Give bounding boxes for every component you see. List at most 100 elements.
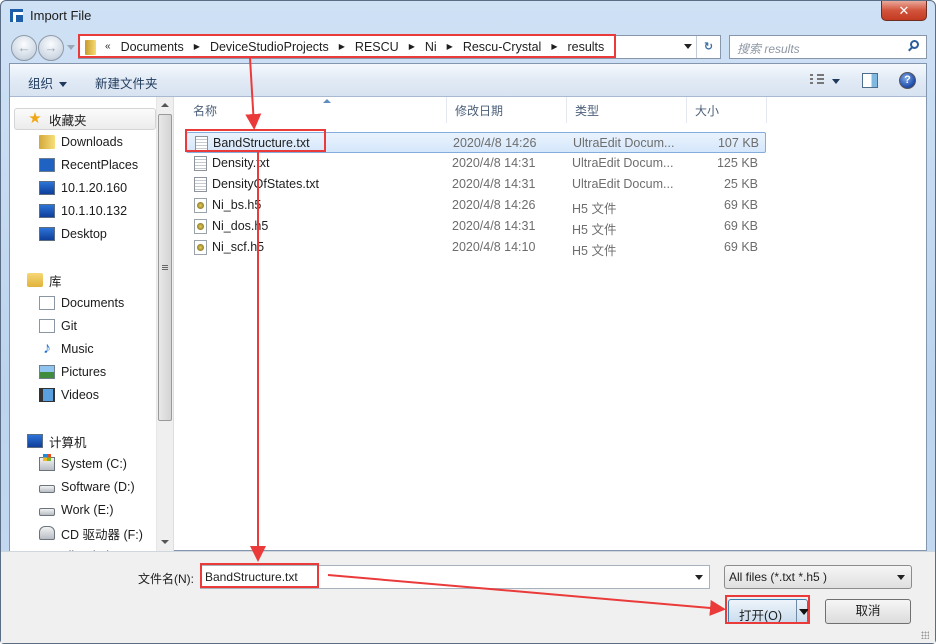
resize-grip-icon[interactable] (921, 631, 929, 639)
view-dropdown-icon[interactable] (832, 79, 840, 84)
column-header-name[interactable]: 名称 (185, 97, 447, 123)
file-row[interactable]: BandStructure.txt 2020/4/8 14:26 UltraEd… (186, 132, 766, 153)
sidebar-item-network-2[interactable]: 10.1.10.132 (10, 200, 156, 222)
close-button[interactable]: ✕ (881, 1, 927, 21)
breadcrumb-item[interactable]: RESCU (355, 36, 399, 58)
file-row[interactable]: Density.txt 2020/4/8 14:31 UltraEdit Doc… (186, 153, 766, 174)
column-header-date[interactable]: 修改日期 (447, 97, 567, 123)
organize-button[interactable]: 组织 (28, 73, 68, 92)
address-history-dropdown[interactable] (684, 44, 692, 49)
file-size: 125 KB (716, 156, 758, 170)
open-options-dropdown-icon[interactable] (799, 609, 809, 615)
sidebar-libraries[interactable]: 库 (10, 269, 156, 291)
breadcrumb-item[interactable]: DeviceStudioProjects (210, 36, 329, 58)
filter-dropdown-icon[interactable] (897, 575, 905, 580)
sidebar-item-git[interactable]: Git (10, 315, 156, 337)
title-bar[interactable]: Import File ✕ (1, 1, 935, 31)
sidebar-item-desktop[interactable]: Desktop (10, 223, 156, 245)
sidebar-item-documents[interactable]: Documents (10, 292, 156, 314)
system-drive-icon (39, 454, 55, 471)
chevron-down-icon (59, 82, 68, 88)
sidebar-item-label: Videos (61, 388, 99, 402)
search-input[interactable]: 搜索 results (737, 40, 800, 57)
file-size: 69 KB (723, 240, 758, 254)
forward-button[interactable]: → (38, 35, 64, 61)
view-options-icon[interactable] (810, 74, 824, 86)
sidebar-item-downloads[interactable]: Downloads (10, 131, 156, 153)
sidebar-item-network-1[interactable]: 10.1.20.160 (10, 177, 156, 199)
command-toolbar: 组织 新建文件夹 ? (10, 64, 926, 97)
close-icon: ✕ (898, 3, 910, 18)
sidebar-item-drive-c[interactable]: System (C:) (10, 453, 156, 475)
breadcrumb-separator-icon[interactable]: ▶ (194, 36, 200, 58)
filename-input[interactable]: BandStructure.txt (200, 565, 710, 589)
new-folder-button[interactable]: 新建文件夹 (95, 73, 158, 92)
preview-pane-icon[interactable] (862, 73, 878, 88)
sidebar-item-pictures[interactable]: Pictures (10, 361, 156, 383)
sort-ascending-icon (323, 99, 331, 103)
refresh-icon: ↻ (703, 41, 714, 53)
sidebar-favorites[interactable]: ★ 收藏夹 (14, 108, 156, 130)
file-date: 2020/4/8 14:31 (452, 219, 536, 233)
drive-icon (39, 508, 55, 516)
recent-locations-dropdown[interactable] (67, 45, 75, 50)
sidebar-item-label: Work (E:) (61, 503, 114, 517)
search-icon[interactable] (910, 40, 919, 49)
sidebar-item-label: 10.1.10.132 (61, 204, 128, 218)
grip-icon (162, 265, 168, 271)
help-icon[interactable]: ? (899, 72, 916, 89)
file-name: Ni_dos.h5 (212, 219, 269, 233)
file-row[interactable]: Ni_bs.h5 2020/4/8 14:26 H5 文件 69 KB (186, 195, 766, 216)
scrollbar-thumb[interactable] (158, 114, 172, 421)
breadcrumb-item[interactable]: Ni (425, 36, 437, 58)
file-name: Density.txt (212, 156, 270, 170)
filename-dropdown-icon[interactable] (695, 575, 703, 580)
breadcrumb-separator-icon[interactable]: ▶ (447, 36, 453, 58)
sidebar-item-videos[interactable]: Videos (10, 384, 156, 406)
file-date: 2020/4/8 14:26 (452, 198, 536, 212)
file-type: UltraEdit Docum... (572, 156, 674, 170)
breadcrumb-item[interactable]: Rescu-Crystal (463, 36, 542, 58)
cancel-button[interactable]: 取消 (825, 599, 911, 624)
column-header-size[interactable]: 大小 (687, 97, 767, 123)
cd-drive-icon (39, 526, 55, 540)
open-button[interactable]: 打开(O) (728, 599, 809, 624)
breadcrumb-overflow[interactable]: « (105, 36, 111, 58)
breadcrumb-separator-icon[interactable]: ▶ (339, 36, 345, 58)
sidebar-item-label: Software (D:) (61, 480, 135, 494)
file-name: Ni_scf.h5 (212, 240, 265, 254)
sidebar-item-music[interactable]: ♪ Music (10, 338, 156, 360)
sidebar-item-label: Desktop (61, 227, 107, 241)
filename-value[interactable]: BandStructure.txt (205, 570, 298, 584)
recent-places-icon (39, 158, 55, 172)
column-header-type[interactable]: 类型 (567, 97, 687, 123)
back-button[interactable]: ← (11, 35, 37, 61)
file-row[interactable]: DensityOfStates.txt 2020/4/8 14:31 Ultra… (186, 174, 766, 195)
sidebar-item-drive-e[interactable]: Work (E:) (10, 499, 156, 521)
content-pane: 组织 新建文件夹 ? ★ 收藏夹 Downloads RecentPlaces 1… (9, 63, 927, 552)
sidebar-computer[interactable]: 计算机 (10, 430, 156, 452)
breadcrumb-separator-icon[interactable]: ▶ (551, 36, 557, 58)
search-box[interactable]: 搜索 results (729, 35, 927, 59)
file-row[interactable]: Ni_dos.h5 2020/4/8 14:31 H5 文件 69 KB (186, 216, 766, 237)
file-row[interactable]: Ni_scf.h5 2020/4/8 14:10 H5 文件 69 KB (186, 237, 766, 258)
dialog-footer: 文件名(N): BandStructure.txt All files (*.t… (1, 551, 935, 643)
breadcrumb-separator-icon[interactable]: ▶ (409, 36, 415, 58)
sidebar-item-drive-f[interactable]: CD 驱动器 (F:) (10, 522, 156, 544)
file-type: H5 文件 (572, 244, 617, 258)
import-file-dialog: Import File ✕ ← → « Documents ▶ DeviceSt… (0, 0, 936, 644)
breadcrumb-item[interactable]: results (567, 36, 604, 58)
sidebar-scrollbar[interactable] (156, 97, 173, 552)
refresh-button[interactable]: ↻ (696, 36, 720, 58)
breadcrumb-item[interactable]: Documents (121, 36, 184, 58)
filter-value: All files (*.txt *.h5 ) (729, 570, 828, 584)
file-type-filter[interactable]: All files (*.txt *.h5 ) (724, 565, 912, 589)
scroll-down-icon[interactable] (161, 540, 169, 544)
scroll-up-icon[interactable] (161, 103, 169, 107)
sidebar-item-drive-d[interactable]: Software (D:) (10, 476, 156, 498)
sidebar-item-recentplaces[interactable]: RecentPlaces (10, 154, 156, 176)
app-icon (10, 9, 23, 22)
network-computer-icon (39, 204, 55, 218)
h5-file-icon (194, 219, 207, 234)
address-bar[interactable]: « Documents ▶ DeviceStudioProjects ▶ RES… (78, 35, 721, 59)
